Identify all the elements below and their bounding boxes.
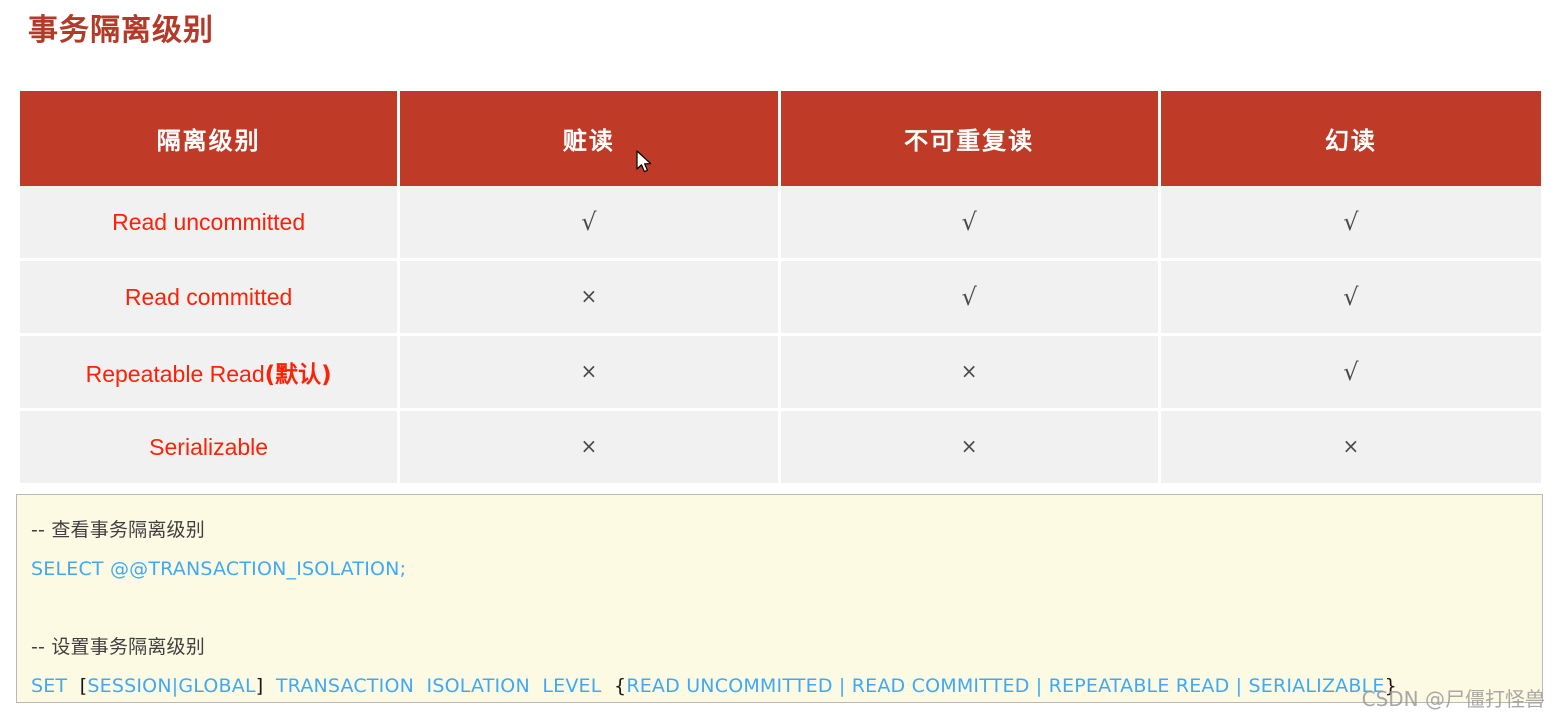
mark-check-icon: √ — [1343, 357, 1359, 386]
cell-dirty-read: × — [400, 336, 781, 411]
level-label: Read committed — [124, 283, 293, 310]
table-body: Read uncommitted √ √ √ Read committed × … — [20, 186, 1541, 483]
mark-cross-icon: × — [580, 359, 598, 383]
cell-dirty-read: × — [400, 261, 781, 336]
sql-comment-text: -- 查看事务隔离级别 — [31, 519, 205, 541]
mark-check-icon: √ — [961, 207, 977, 236]
cell-level-name: Read uncommitted — [20, 186, 401, 261]
cell-phantom-read: √ — [1160, 261, 1541, 336]
mark-cross-icon: × — [960, 359, 978, 383]
mark-cross-icon: × — [1342, 434, 1360, 458]
level-label: Serializable — [149, 433, 269, 460]
sql-code-block[interactable]: -- 查看事务隔离级别 SELECT @@TRANSACTION_ISOLATI… — [16, 494, 1543, 703]
sql-scope-options: SESSION|GLOBAL — [87, 675, 256, 697]
cell-non-repeatable-read: × — [780, 411, 1161, 483]
table-header: 隔离级别 赃读 不可重复读 幻读 — [20, 91, 1541, 186]
csdn-watermark: CSDN @尸僵打怪兽 — [1361, 687, 1545, 711]
cell-dirty-read: × — [400, 411, 781, 483]
page-title: 事务隔离级别 — [28, 14, 214, 47]
column-header-phantom-read: 幻读 — [1160, 91, 1541, 186]
cell-level-name: Read committed — [20, 261, 401, 336]
table-row: Read committed × √ √ — [20, 261, 1541, 336]
cell-non-repeatable-read: √ — [780, 261, 1161, 336]
sql-level-options: READ UNCOMMITTED | READ COMMITTED | REPE… — [626, 675, 1385, 697]
cell-dirty-read: √ — [400, 186, 781, 261]
code-line-comment-2: -- 设置事务隔离级别 — [31, 628, 1528, 667]
column-header-dirty-read: 赃读 — [400, 91, 781, 186]
mark-cross-icon: × — [580, 434, 598, 458]
mark-check-icon: √ — [1343, 207, 1359, 236]
level-label: Read uncommitted — [112, 208, 306, 235]
cell-non-repeatable-read: × — [780, 336, 1161, 411]
mark-cross-icon: × — [960, 434, 978, 458]
code-line-set-statement: SET [SESSION|GLOBAL] TRANSACTION ISOLATI… — [31, 667, 1528, 702]
sql-keyword-set: SET — [31, 675, 68, 697]
cell-phantom-read: √ — [1160, 336, 1541, 411]
cell-non-repeatable-read: √ — [780, 186, 1161, 261]
sql-select-statement: SELECT @@TRANSACTION_ISOLATION; — [31, 558, 407, 580]
level-label: Repeatable Read(默认) — [85, 361, 332, 388]
cell-phantom-read: × — [1160, 411, 1541, 483]
mark-check-icon: √ — [581, 207, 597, 236]
column-header-non-repeatable-read: 不可重复读 — [780, 91, 1161, 186]
table-row: Serializable × × × — [20, 411, 1541, 483]
table-header-row: 隔离级别 赃读 不可重复读 幻读 — [20, 91, 1541, 186]
cell-level-name: Repeatable Read(默认) — [20, 336, 401, 411]
sql-keyword-transaction: TRANSACTION — [275, 675, 415, 697]
cell-level-name: Serializable — [20, 411, 401, 483]
column-header-isolation-level: 隔离级别 — [20, 91, 401, 186]
mark-cross-icon: × — [580, 284, 598, 308]
isolation-levels-table: 隔离级别 赃读 不可重复读 幻读 Read uncommitted √ √ √ … — [20, 91, 1541, 483]
table-row: Read uncommitted √ √ √ — [20, 186, 1541, 261]
sql-brace-open: { — [614, 675, 627, 697]
sql-keyword-isolation: ISOLATION — [426, 675, 530, 697]
mark-check-icon: √ — [961, 282, 977, 311]
sql-comment-text: -- 设置事务隔离级别 — [31, 636, 205, 658]
table-row: Repeatable Read(默认) × × √ — [20, 336, 1541, 411]
code-line-comment-1: -- 查看事务隔离级别 — [31, 511, 1528, 550]
mark-check-icon: √ — [1343, 282, 1359, 311]
code-line-select: SELECT @@TRANSACTION_ISOLATION; — [31, 550, 1528, 589]
sql-keyword-level: LEVEL — [542, 675, 602, 697]
cell-phantom-read: √ — [1160, 186, 1541, 261]
